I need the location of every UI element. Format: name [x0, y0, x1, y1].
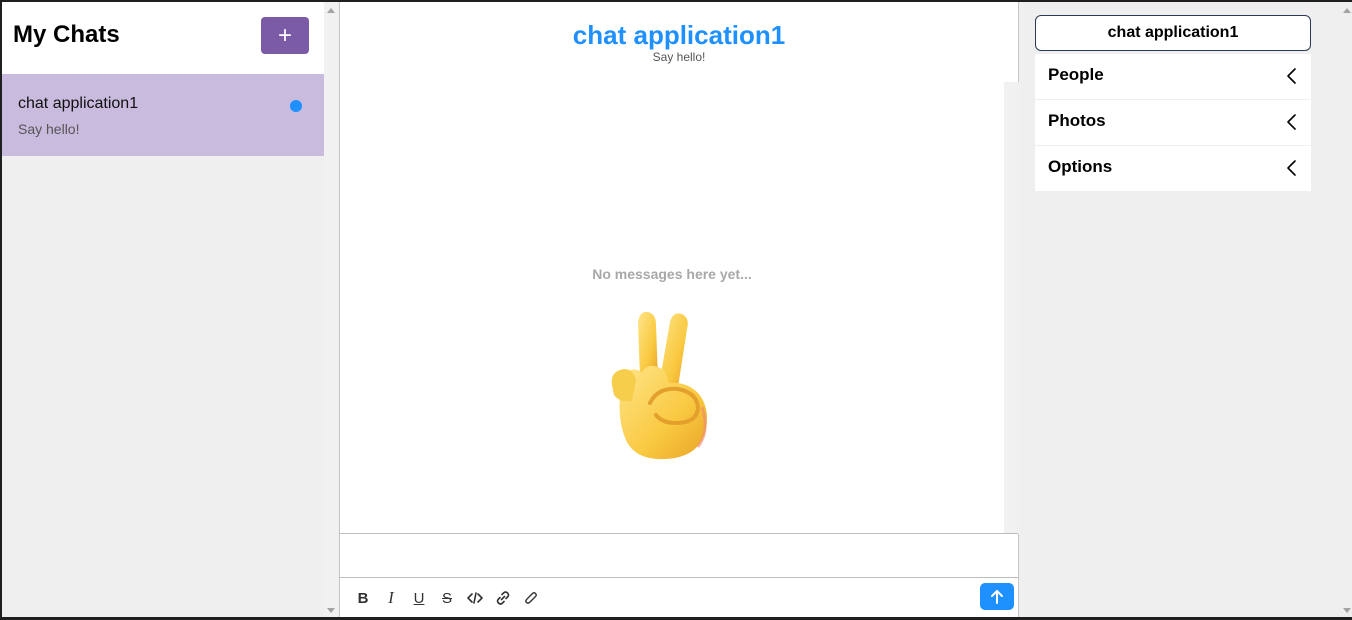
scroll-down-arrow-icon[interactable]	[1343, 608, 1351, 613]
scroll-up-arrow-icon[interactable]	[1343, 8, 1351, 13]
new-chat-button[interactable]: +	[261, 17, 309, 54]
people-section-label: People	[1048, 65, 1104, 84]
italic-icon[interactable]: I	[381, 588, 401, 608]
empty-state-text: No messages here yet...	[592, 266, 752, 282]
chat-feed-panel: chat application1 Say hello! No messages…	[339, 2, 1019, 617]
photos-section-label: Photos	[1048, 111, 1106, 130]
chat-list-scrollbar[interactable]	[324, 2, 338, 617]
victory-hand-emoji-icon	[611, 311, 707, 460]
chat-card[interactable]: chat application1 Say hello!	[2, 74, 324, 156]
photos-section[interactable]: Photos	[1035, 100, 1311, 145]
code-icon[interactable]	[465, 588, 485, 608]
strikethrough-icon[interactable]: S	[437, 588, 457, 608]
options-section[interactable]: Options	[1035, 146, 1311, 191]
settings-chat-title[interactable]: chat application1	[1035, 15, 1311, 51]
chat-list-header: My Chats +	[2, 2, 324, 74]
chevron-left-icon	[1287, 160, 1296, 176]
arrow-up-icon	[991, 589, 1003, 604]
chevron-left-icon	[1287, 68, 1296, 84]
attachment-icon[interactable]	[521, 588, 541, 608]
chat-list-title: My Chats	[13, 21, 120, 48]
settings-scrollbar[interactable]	[1340, 2, 1352, 617]
formatting-toolbar: B I U S	[340, 578, 1018, 617]
chat-title: chat application1	[572, 20, 786, 50]
message-list-scrollbar[interactable]	[1004, 82, 1019, 534]
chat-card-title: chat application1	[18, 95, 139, 112]
link-icon[interactable]	[493, 588, 513, 608]
chat-settings-panel: chat application1 People Photos Options	[1020, 2, 1352, 617]
chevron-left-icon	[1287, 114, 1296, 130]
chat-card-last-message: Say hello!	[18, 121, 80, 137]
send-button[interactable]	[980, 583, 1014, 610]
chat-list-panel: My Chats + chat application1 Say hello!	[2, 2, 338, 617]
message-input[interactable]	[340, 533, 1018, 578]
scroll-up-arrow-icon[interactable]	[327, 8, 335, 13]
scroll-down-arrow-icon[interactable]	[327, 608, 335, 613]
app-window: My Chats + chat application1 Say hello! …	[0, 0, 1352, 620]
people-section[interactable]: People	[1035, 54, 1311, 99]
options-section-label: Options	[1048, 157, 1113, 176]
underline-icon[interactable]: U	[409, 588, 429, 608]
unread-indicator	[290, 100, 302, 112]
bold-icon[interactable]: B	[353, 588, 373, 608]
chat-subtitle: Say hello!	[652, 50, 706, 64]
